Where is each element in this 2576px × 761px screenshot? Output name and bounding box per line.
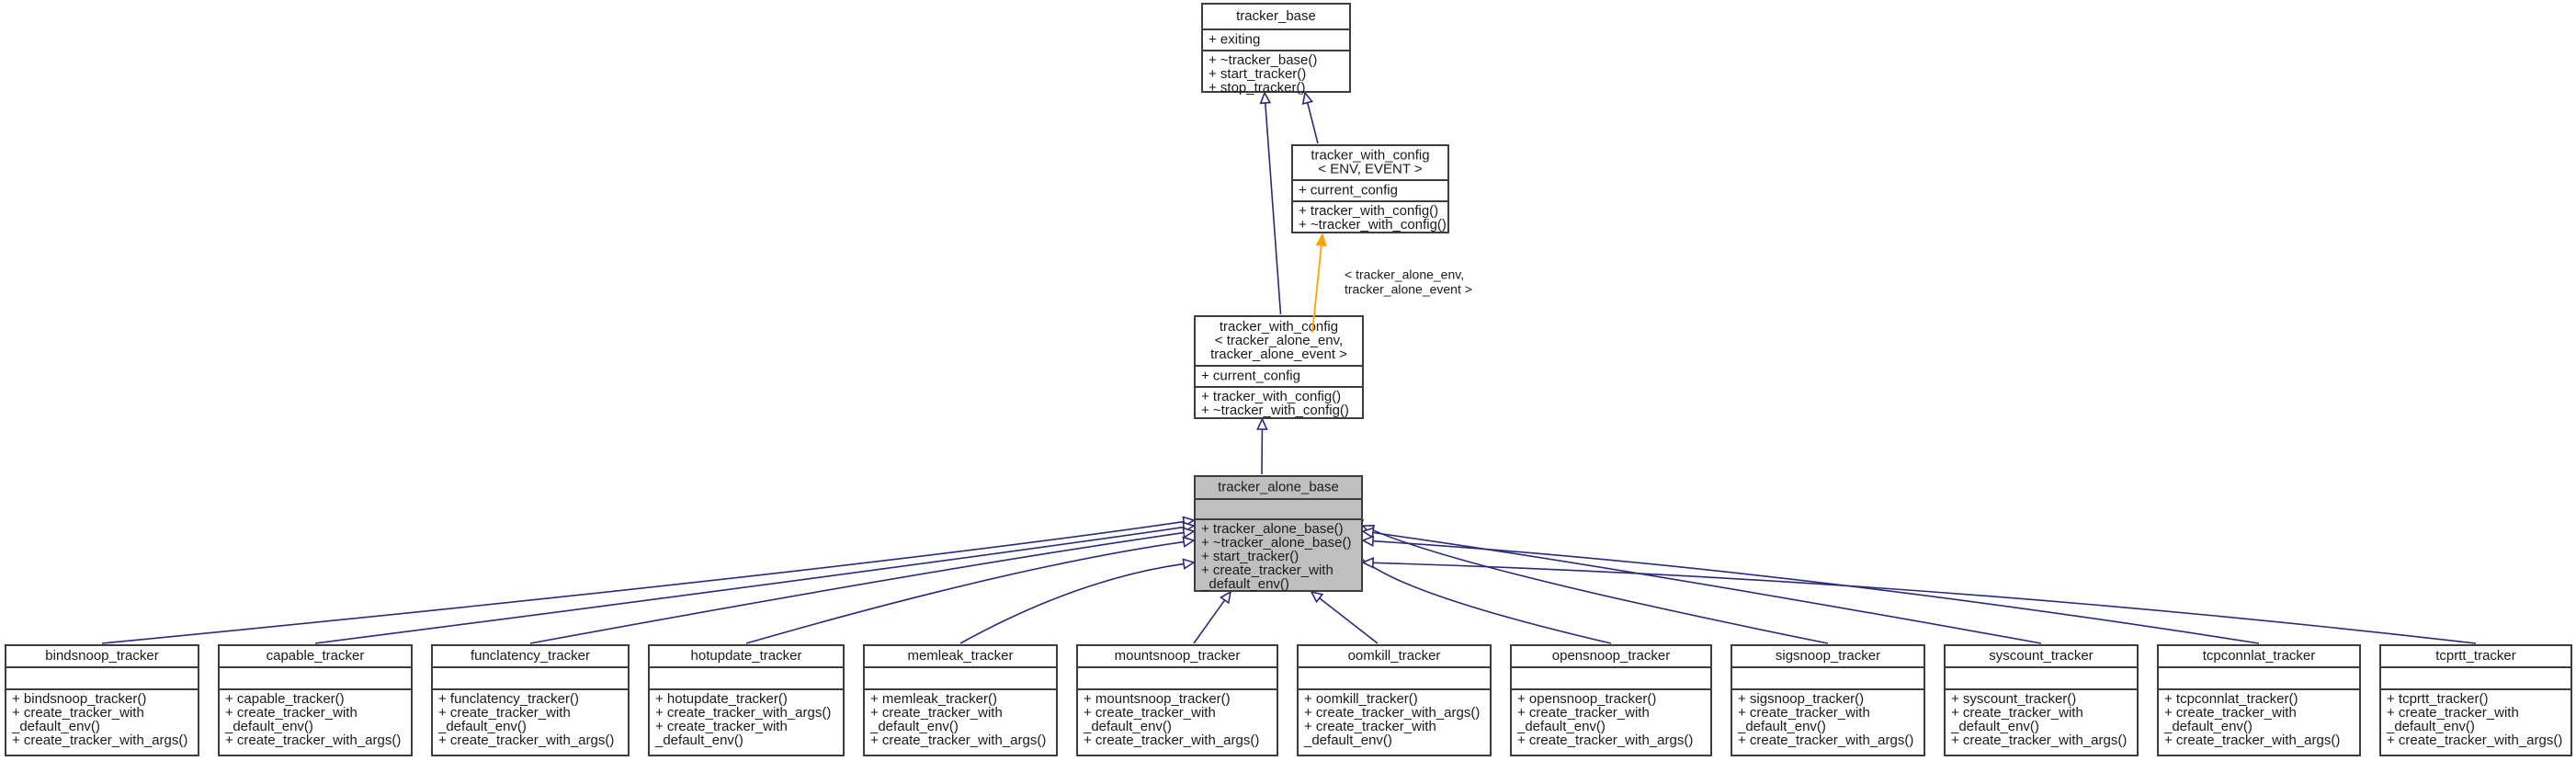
class-method-oomkill_tracker: _default_env() (1303, 733, 1392, 748)
uml-inheritance-diagram: tracker_base + exiting + ~tracker_base() + … (0, 0, 2576, 761)
class-title-capable_tracker: capable_tracker (267, 648, 365, 664)
edge-tcprtt_tracker-to-tracker-alone-base-line (1372, 562, 2477, 644)
edge-twc-generic-to-tracker-base-line (1306, 102, 1319, 144)
class-box-funclatency_tracker[interactable]: funclatency_tracker+ funclatency_tracker… (431, 644, 630, 756)
edge-funclatency_tracker-to-tracker-alone-base-arrowhead (1182, 527, 1196, 539)
uml-canvas: tracker_base+ exiting+ ~tracker_base()+ … (5, 3, 2572, 756)
class-box-tracker_with_config_alone[interactable]: tracker_with_config< tracker_alone_env, … (1194, 315, 1364, 419)
class-attribute-tracker_with_config_alone: + current_config (1201, 368, 1300, 383)
edge-tcpconnlat_tracker-to-tracker-alone-base-arrowhead (1361, 535, 1375, 548)
class-box-tracker_alone_base[interactable]: tracker_alone_base+ tracker_alone_base()… (1194, 475, 1363, 592)
class-title-memleak_tracker: memleak_tracker (907, 648, 1013, 664)
template-binding-label: < tracker_alone_env, (1345, 267, 1464, 282)
boxes-layer: tracker_base+ exiting+ ~tracker_base()+ … (5, 3, 2572, 756)
edge-mountsnoop_tracker-to-tracker-alone-base-line (1193, 599, 1226, 644)
class-method-sigsnoop_tracker: + create_tracker_with_args() (1738, 733, 1913, 748)
edge-hotupdate_tracker-to-tracker-alone-base-arrowhead (1182, 536, 1196, 548)
class-box-bindsnoop_tracker[interactable]: bindsnoop_tracker+ bindsnoop_tracker()+ … (5, 644, 199, 756)
class-method-capable_tracker: + create_tracker_with_args() (225, 733, 401, 748)
class-method-bindsnoop_tracker: + create_tracker_with_args() (12, 733, 187, 748)
class-method-memleak_tracker: + create_tracker_with_args() (870, 733, 1046, 748)
edge-tcprtt_tracker-to-tracker-alone-base-arrowhead (1361, 557, 1374, 569)
edge-mountsnoop_tracker-to-tracker-alone-base-arrowhead (1220, 590, 1232, 605)
class-box-capable_tracker[interactable]: capable_tracker+ capable_tracker()+ crea… (218, 644, 413, 756)
class-method-tracker_alone_base: _default_env() (1200, 576, 1289, 592)
class-box-oomkill_tracker[interactable]: oomkill_tracker+ oomkill_tracker()+ crea… (1297, 644, 1492, 756)
edge-oomkill_tracker-to-tracker-alone-base-arrowhead (1310, 590, 1324, 604)
class-attribute-tracker_base: + exiting (1209, 31, 1260, 47)
edge-memleak_tracker-to-tracker-alone-base-arrowhead (1182, 558, 1196, 570)
class-box-mountsnoop_tracker[interactable]: mountsnoop_tracker+ mountsnoop_tracker()… (1076, 644, 1278, 756)
class-box-syscount_tracker[interactable]: syscount_tracker+ syscount_tracker()+ cr… (1944, 644, 2139, 756)
class-method-funclatency_tracker: + create_tracker_with_args() (438, 733, 614, 748)
class-title-sigsnoop_tracker: sigsnoop_tracker (1776, 648, 1880, 664)
edge-syscount_tracker-to-tracker-alone-base-line (1372, 531, 2042, 644)
class-title-tracker_with_config_alone: tracker_alone_event > (1210, 346, 1347, 362)
class-method-tracker_with_config_alone: + ~tracker_with_config() (1201, 403, 1349, 418)
edge-memleak_tracker-to-tracker-alone-base-line (959, 562, 1185, 644)
class-title-tcprtt_tracker: tcprtt_tracker (2435, 648, 2516, 664)
class-title-funclatency_tracker: funclatency_tracker (471, 648, 590, 664)
edge-tcpconnlat_tracker-to-tracker-alone-base-line (1372, 540, 2260, 644)
class-title-hotupdate_tracker: hotupdate_tracker (691, 648, 802, 664)
class-title-oomkill_tracker: oomkill_tracker (1348, 648, 1441, 664)
class-method-tracker_with_config_generic: + ~tracker_with_config() (1299, 217, 1447, 233)
class-title-bindsnoop_tracker: bindsnoop_tracker (45, 648, 158, 664)
class-box-memleak_tracker[interactable]: memleak_tracker+ memleak_tracker()+ crea… (863, 644, 1058, 756)
class-method-tracker_base: + stop_tracker() (1209, 80, 1305, 96)
class-box-tcprtt_tracker[interactable]: tcprtt_tracker+ tcprtt_tracker()+ create… (2379, 644, 2572, 756)
class-method-syscount_tracker: + create_tracker_with_args() (1951, 733, 2127, 748)
edge-bindsnoop_tracker-to-tracker-alone-base-line (101, 520, 1185, 644)
edge-sigsnoop_tracker-to-tracker-alone-base-line (1371, 528, 1829, 644)
edge-oomkill_tracker-to-tracker-alone-base-line (1319, 597, 1379, 644)
class-box-tcpconnlat_tracker[interactable]: tcpconnlat_tracker+ tcpconnlat_tracker()… (2157, 644, 2361, 756)
template-binding-label: tracker_alone_event > (1345, 282, 1472, 297)
edge-template-binding-arrowhead (1315, 233, 1327, 247)
class-title-mountsnoop_tracker: mountsnoop_tracker (1115, 648, 1241, 664)
class-method-mountsnoop_tracker: + create_tracker_with_args() (1084, 733, 1259, 748)
class-box-tracker_base[interactable]: tracker_base+ exiting+ ~tracker_base()+ … (1201, 3, 1351, 96)
edge-capable_tracker-to-tracker-alone-base-line (314, 526, 1185, 644)
class-method-hotupdate_tracker: _default_env() (654, 733, 743, 748)
class-box-sigsnoop_tracker[interactable]: sigsnoop_tracker+ sigsnoop_tracker()+ cr… (1731, 644, 1925, 756)
class-method-tcprtt_tracker: + create_tracker_with_args() (2387, 733, 2562, 748)
class-title-tracker_with_config_generic: < ENV, EVENT > (1318, 161, 1423, 176)
class-title-opensnoop_tracker: opensnoop_tracker (1552, 648, 1670, 664)
class-attribute-tracker_with_config_generic: + current_config (1299, 182, 1398, 198)
class-box-hotupdate_tracker[interactable]: hotupdate_tracker+ hotupdate_tracker()+ … (648, 644, 845, 756)
edge-syscount_tracker-to-tracker-alone-base-arrowhead (1361, 527, 1375, 539)
class-title-syscount_tracker: syscount_tracker (1989, 648, 2093, 664)
class-title-tracker_alone_base: tracker_alone_base (1218, 479, 1339, 494)
edge-opensnoop_tracker-to-tracker-alone-base-line (1349, 527, 1612, 644)
class-box-tracker_with_config_generic[interactable]: tracker_with_config< ENV, EVENT >+ curre… (1291, 144, 1449, 233)
class-box-opensnoop_tracker[interactable]: opensnoop_tracker+ opensnoop_tracker()+ … (1510, 644, 1712, 756)
class-title-tracker_base: tracker_base (1236, 8, 1316, 24)
edge-tracker-alone-base-to-twc-alone-arrowhead (1256, 417, 1268, 430)
class-method-opensnoop_tracker: + create_tracker_with_args() (1517, 733, 1693, 748)
class-title-tcpconnlat_tracker: tcpconnlat_tracker (2203, 648, 2316, 664)
class-method-tcpconnlat_tracker: + create_tracker_with_args() (2164, 733, 2340, 748)
edge-twc-alone-to-tracker-base-line (1264, 102, 1282, 315)
